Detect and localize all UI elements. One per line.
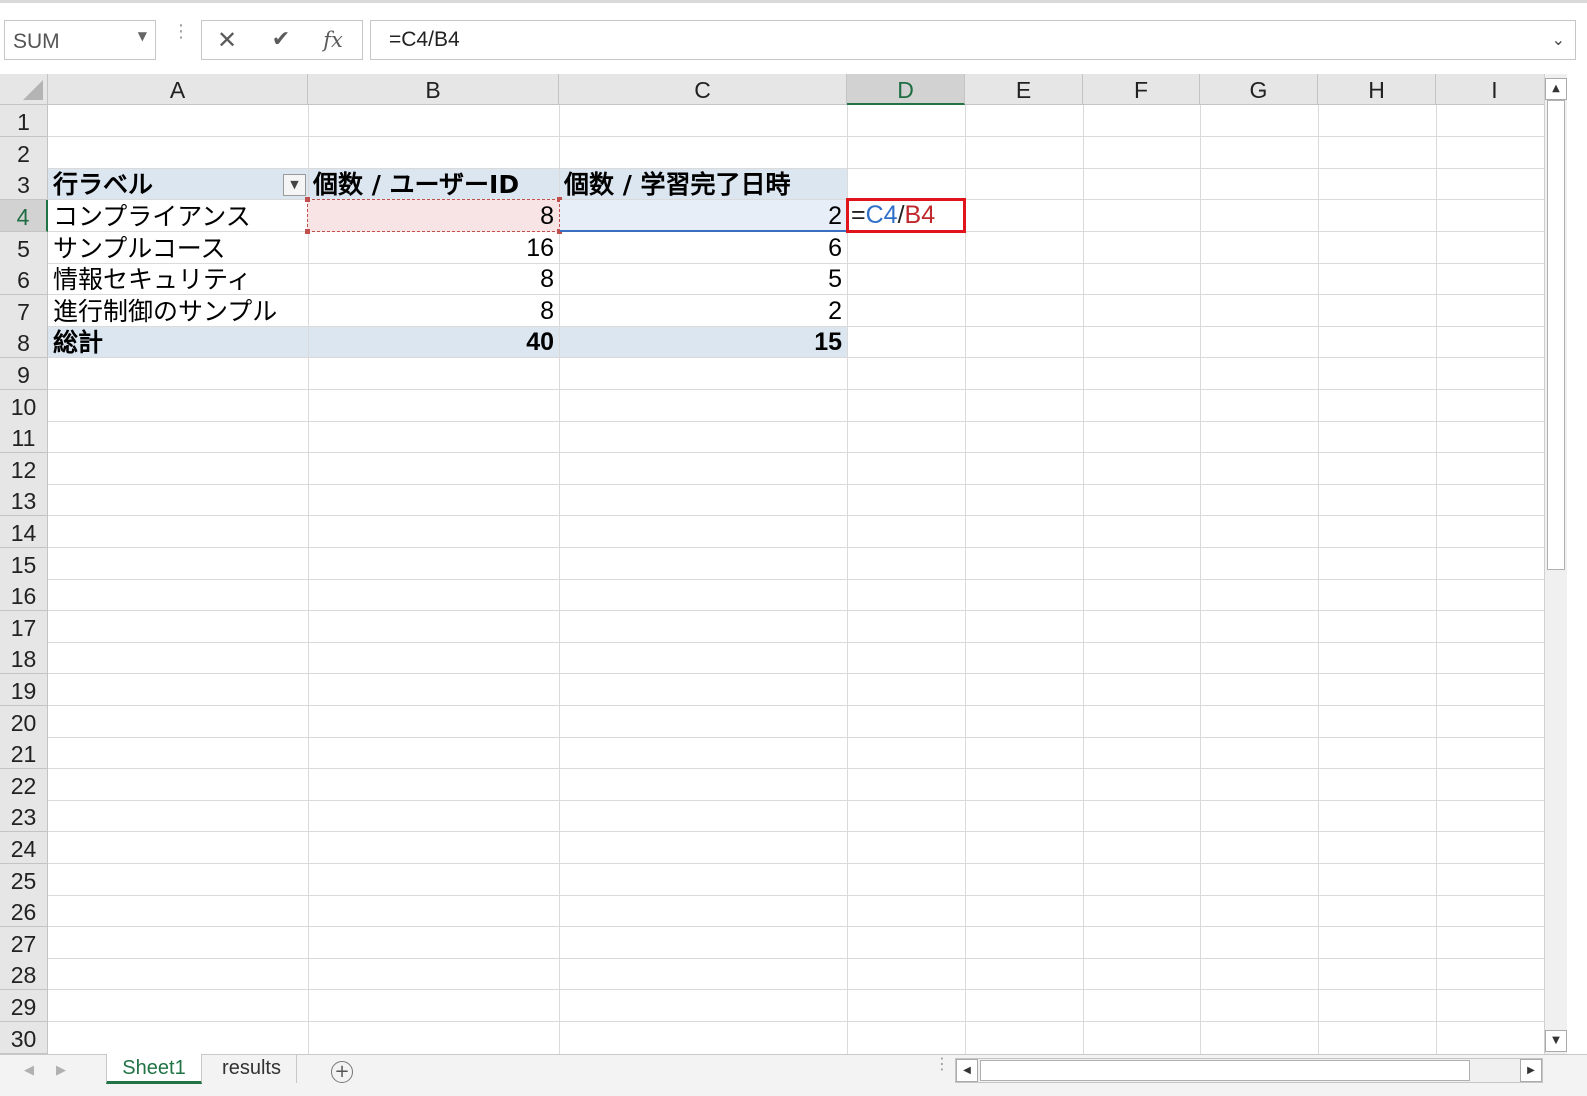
pivot-header-count-completed[interactable]: 個数 / 学習完了日時 (559, 168, 847, 199)
formula-bar-buttons: ✕ ✔ fx (201, 20, 363, 60)
row-header[interactable]: 20 (0, 706, 48, 738)
formula-ref-c4: C4 (865, 201, 898, 229)
row-header[interactable]: 5 (0, 232, 48, 264)
row-header[interactable]: 19 (0, 674, 48, 706)
row-header[interactable]: 27 (0, 927, 48, 959)
column-header-d[interactable]: D (847, 74, 965, 105)
pivot-value-c[interactable]: 2 (559, 295, 847, 326)
pivot-value-b[interactable]: 8 (308, 200, 559, 231)
row-header[interactable]: 26 (0, 895, 48, 927)
insert-function-icon[interactable]: fx (316, 25, 350, 55)
row-header[interactable]: 28 (0, 958, 48, 990)
pivot-value-b[interactable]: 8 (308, 263, 559, 294)
vertical-scrollbar[interactable]: ▲ ▼ (1544, 74, 1567, 1054)
scroll-up-icon[interactable]: ▲ (1545, 78, 1567, 100)
row-header[interactable]: 12 (0, 453, 48, 485)
column-header-h[interactable]: H (1318, 74, 1436, 105)
pivot-row-label[interactable]: 進行制御のサンプル (48, 295, 308, 326)
row-header[interactable]: 13 (0, 484, 48, 516)
row-header[interactable]: 10 (0, 390, 48, 422)
row-header[interactable]: 21 (0, 737, 48, 769)
name-box-value: SUM (13, 30, 60, 53)
cell-area[interactable]: 行ラベル ▼ 個数 / ユーザーID 個数 / 学習完了日時 コンプライアンス … (48, 105, 1544, 1054)
formula-equals: = (851, 201, 866, 229)
pivot-value-c[interactable]: 2 (559, 200, 847, 231)
row-header[interactable]: 7 (0, 295, 48, 327)
sheet-tab-sheet1[interactable]: Sheet1 (106, 1054, 202, 1084)
name-box-dropdown-icon[interactable]: ▼ (138, 29, 147, 43)
pivot-value-c[interactable]: 6 (559, 232, 847, 263)
column-header-f[interactable]: F (1083, 74, 1200, 105)
dropdown-filter-icon[interactable]: ▼ (283, 174, 306, 196)
column-header-b[interactable]: B (308, 74, 559, 105)
pivot-row-label[interactable]: コンプライアンス (48, 200, 308, 231)
horizontal-scroll-thumb[interactable] (980, 1060, 1470, 1081)
row-header[interactable]: 14 (0, 516, 48, 548)
column-header-i[interactable]: I (1436, 74, 1544, 105)
active-cell-d4[interactable]: =C4/B4 (846, 198, 966, 233)
formula-divide: / (897, 201, 905, 229)
formula-ref-b4: B4 (904, 201, 936, 229)
enter-icon[interactable]: ✔ (264, 25, 298, 55)
pivot-value-b[interactable]: 8 (308, 295, 559, 326)
row-header[interactable]: 17 (0, 611, 48, 643)
column-header-g[interactable]: G (1200, 74, 1318, 105)
row-header[interactable]: 15 (0, 548, 48, 580)
plus-circle-icon[interactable]: + (331, 1061, 353, 1083)
row-header[interactable]: 2 (0, 137, 48, 169)
sheet-tab-bar: ◀ ▶ Sheet1 results + ⋮ ◀ ▶ (0, 1054, 1587, 1096)
prev-sheet-icon[interactable]: ◀ (24, 1063, 34, 1078)
scroll-left-icon[interactable]: ◀ (956, 1059, 978, 1082)
row-header[interactable]: 9 (0, 358, 48, 390)
sheet-tab-results[interactable]: results (207, 1055, 297, 1083)
row-header[interactable]: 8 (0, 326, 48, 358)
row-header[interactable]: 29 (0, 990, 48, 1022)
tab-split-grip-icon[interactable]: ⋮ (934, 1056, 950, 1072)
row-header[interactable]: 18 (0, 642, 48, 674)
formula-input[interactable]: =C4/B4 ⌄ (370, 20, 1576, 60)
chevron-down-icon[interactable]: ⌄ (1552, 30, 1565, 49)
formula-text: =C4/B4 (389, 28, 460, 51)
row-header[interactable]: 30 (0, 1022, 48, 1054)
pivot-total-b[interactable]: 40 (308, 326, 559, 357)
pivot-header-count-user[interactable]: 個数 / ユーザーID (308, 168, 559, 199)
column-header-e[interactable]: E (965, 74, 1083, 105)
pivot-row-label[interactable]: 情報セキュリティ (48, 263, 308, 294)
pivot-total-label[interactable]: 総計 (48, 326, 308, 357)
pivot-value-c[interactable]: 5 (559, 263, 847, 294)
pivot-row-label[interactable]: サンプルコース (48, 232, 308, 263)
horizontal-scrollbar[interactable]: ◀ ▶ (955, 1058, 1543, 1083)
column-header-c[interactable]: C (559, 74, 847, 105)
select-all-button[interactable] (0, 74, 48, 105)
pivot-value-b[interactable]: 16 (308, 232, 559, 263)
row-header[interactable]: 11 (0, 421, 48, 453)
pivot-total-c[interactable]: 15 (559, 326, 847, 357)
row-header[interactable]: 25 (0, 864, 48, 896)
row-header[interactable]: 23 (0, 800, 48, 832)
next-sheet-icon[interactable]: ▶ (56, 1063, 66, 1078)
scroll-down-icon[interactable]: ▼ (1545, 1030, 1567, 1052)
row-header-active[interactable]: 4 (0, 200, 48, 232)
cancel-icon[interactable]: ✕ (210, 25, 244, 55)
name-box[interactable]: SUM ▼ (4, 20, 156, 60)
scroll-right-icon[interactable]: ▶ (1520, 1059, 1542, 1082)
row-header[interactable]: 1 (0, 105, 48, 137)
vertical-scroll-thumb[interactable] (1547, 100, 1565, 570)
row-header[interactable]: 6 (0, 263, 48, 295)
worksheet-grid[interactable]: A B C D E F G H I 1 2 3 4 5 6 7 8 9 10 1… (0, 74, 1544, 1054)
row-header[interactable]: 24 (0, 832, 48, 864)
pivot-row-label-header[interactable]: 行ラベル (48, 168, 308, 199)
column-header-a[interactable]: A (48, 74, 308, 105)
row-header[interactable]: 16 (0, 579, 48, 611)
active-cell-formula: =C4/B4 (851, 201, 935, 230)
formula-bar-grip-icon[interactable]: ⋮ (172, 23, 190, 41)
row-header[interactable]: 3 (0, 168, 48, 200)
formula-bar: SUM ▼ ⋮ ✕ ✔ fx =C4/B4 ⌄ (0, 0, 1587, 74)
row-header[interactable]: 22 (0, 769, 48, 801)
